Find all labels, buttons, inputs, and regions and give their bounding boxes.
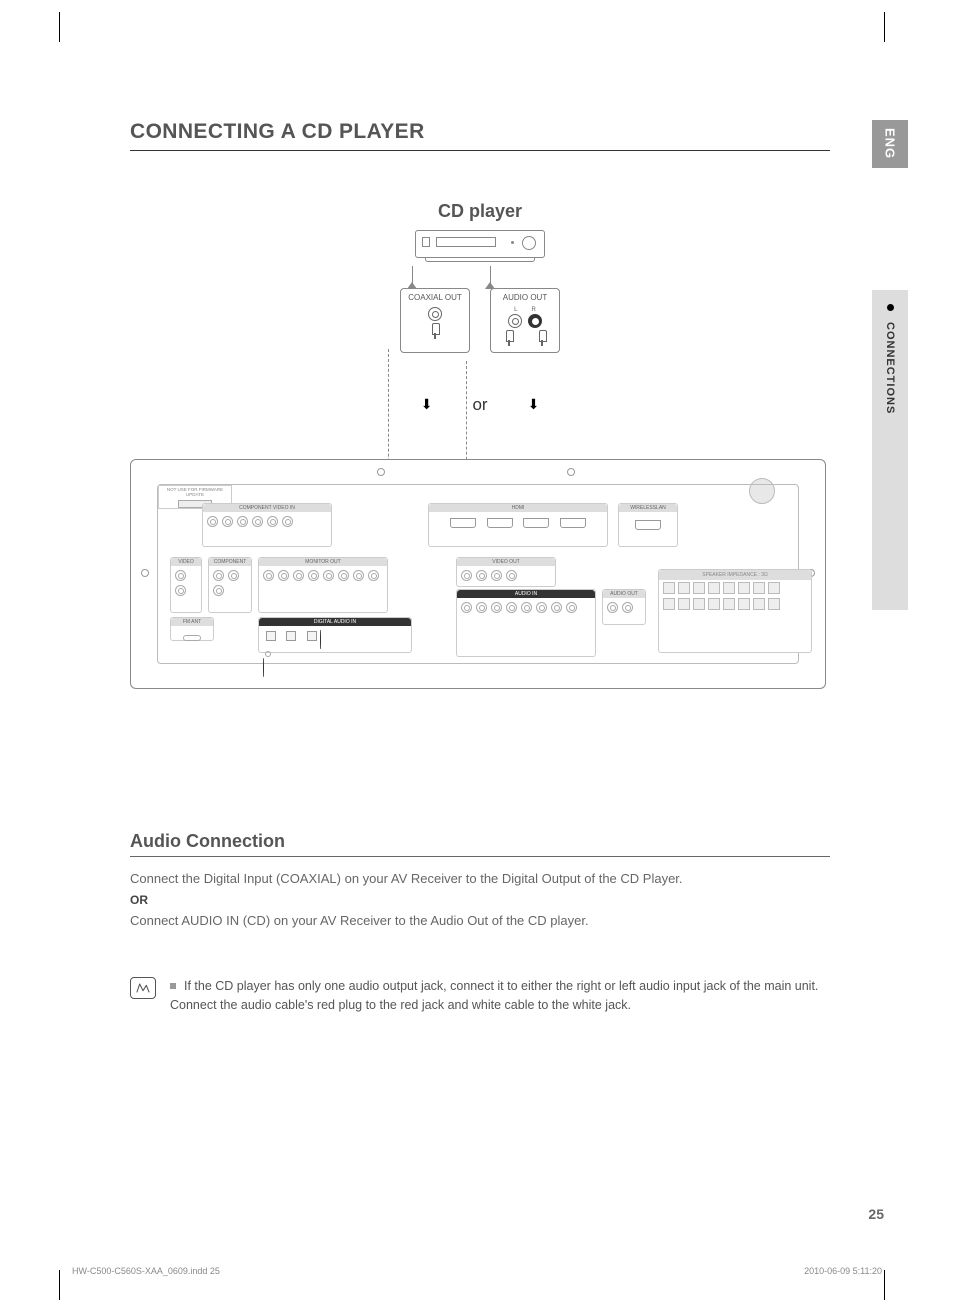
bullet-icon [887,304,894,311]
language-label: ENG [883,128,898,159]
arrow-down-icon: ⬇ [421,396,433,413]
connection-diagram: CD player COAXIAL OUT AUDIO OUT LR [130,201,830,801]
audio-out-group: AUDIO OUT [602,589,646,625]
hdmi-port-icon [487,518,513,528]
speaker-group: SPEAKER IMPEDANCE : 3Ω [658,569,812,653]
screw-icon [377,468,385,476]
crop-mark [884,12,914,42]
video-out-group: VIDEO OUT [456,557,556,587]
arrow-down-icon: ⬇ [528,396,540,413]
crop-mark [884,1270,914,1300]
plug-icon [430,323,440,339]
or-label: or [472,395,487,415]
crop-mark [30,12,60,42]
note-icon [130,977,156,999]
language-tab: ENG [872,120,908,168]
coaxial-out-box: COAXIAL OUT [400,288,470,353]
cd-player-base [425,258,535,262]
note-text: If the CD player has only one audio outp… [170,977,830,1015]
page-content: CONNECTING A CD PLAYER CD player COAXIAL… [130,120,830,1015]
hdmi-port-icon [450,518,476,528]
output-boxes: COAXIAL OUT AUDIO OUT LR [130,288,830,353]
screw-icon [141,569,149,577]
bullet-icon [170,983,176,989]
optical-port-icon [266,631,276,641]
optical-port-icon [307,631,317,641]
hdmi-port-icon [523,518,549,528]
page-title: CONNECTING A CD PLAYER [130,120,830,151]
footer-file: HW-C500-C560S-XAA_0609.indd 25 [72,1266,220,1276]
fm-group: FM ANT [170,617,214,641]
component-in-group: COMPONENT VIDEO IN [202,503,332,547]
hdmi-port-icon [635,520,661,530]
component-out-group: COMPONENT [208,557,252,613]
section-tab: CONNECTIONS [872,290,908,610]
audio-out-label: AUDIO OUT [495,294,555,303]
optical-port-icon [286,631,296,641]
page-number: 25 [868,1206,884,1222]
audio-in-group: AUDIO IN [456,589,596,657]
coaxial-jack-icon [428,307,442,321]
coaxial-out-label: COAXIAL OUT [405,294,465,303]
cd-player-icon [415,230,545,258]
note-block: If the CD player has only one audio outp… [130,977,830,1015]
body-text: Connect the Digital Input (COAXIAL) on y… [130,869,830,889]
cd-player-label: CD player [130,201,830,222]
coaxial-port-icon [263,630,407,677]
footer-datetime: 2010-06-09 5:11:20 [804,1266,882,1276]
screw-icon [567,468,575,476]
wireless-group: WIRELESSLAN [618,503,678,547]
digital-audio-in-group: DIGITAL AUDIO IN [258,617,412,653]
crop-mark [30,1270,60,1300]
footer: HW-C500-C560S-XAA_0609.indd 25 2010-06-0… [72,1266,882,1276]
plug-icon [504,330,514,346]
or-row: ⬇ or ⬇ [130,395,830,415]
rca-red-jack-icon [528,314,542,328]
section-tab-label: CONNECTIONS [884,322,896,414]
video-group: VIDEO [170,557,202,613]
or-text: OR [130,893,830,907]
body-text: Connect AUDIO IN (CD) on your AV Receive… [130,911,830,931]
monitor-out-group: MONITOR OUT [258,557,388,613]
hdmi-port-icon [560,518,586,528]
plug-icon [537,330,547,346]
section-title: Audio Connection [130,831,830,857]
receiver-panel: COMPONENT VIDEO IN HDMI WIRELESSLAN [157,484,799,664]
audio-out-box: AUDIO OUT LR [490,288,560,353]
av-receiver-diagram: COMPONENT VIDEO IN HDMI WIRELESSLAN [130,459,826,689]
rca-white-jack-icon [508,314,522,328]
hdmi-group: HDMI [428,503,608,547]
